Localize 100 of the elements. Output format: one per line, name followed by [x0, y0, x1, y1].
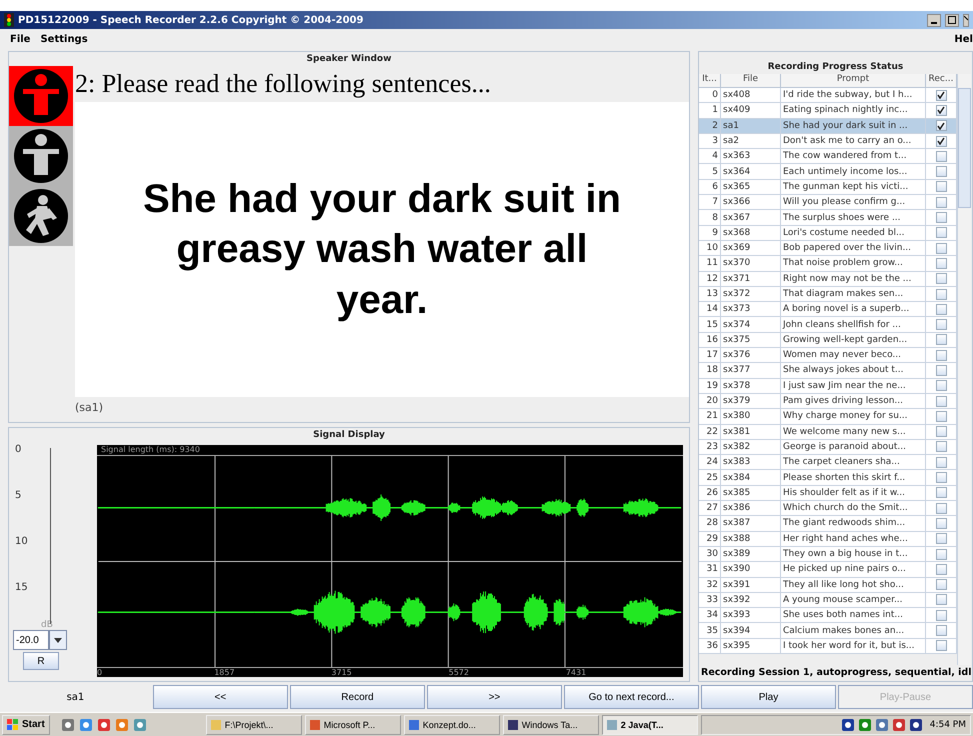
table-row[interactable]: 10 sx369 Bob papered over the livin...	[699, 240, 957, 256]
table-row[interactable]: 19 sx378 I just saw Jim near the ne...	[699, 378, 957, 394]
taskbar-button[interactable]: Microsoft P...	[304, 714, 401, 734]
table-row[interactable]: 26 sx385 His shoulder felt as if it w...	[699, 486, 957, 502]
quick-launch-icon[interactable]	[78, 718, 93, 732]
recorded-checkbox[interactable]	[936, 90, 946, 101]
recorded-checkbox[interactable]	[936, 533, 946, 544]
recorded-checkbox[interactable]	[936, 273, 946, 284]
recorded-checkbox[interactable]	[936, 166, 946, 178]
table-row[interactable]: 7 sx366 Will you please confirm g...	[699, 195, 957, 210]
recorded-checkbox[interactable]	[936, 120, 946, 132]
column-header[interactable]: Rec...	[926, 74, 957, 88]
table-row[interactable]: 1 sx409 Eating spinach nightly inc...	[699, 103, 957, 119]
quick-launch-icon[interactable]	[96, 718, 111, 732]
recorded-checkbox[interactable]	[936, 396, 946, 407]
tray-icon[interactable]	[892, 718, 906, 732]
recorded-checkbox[interactable]	[936, 564, 946, 575]
dropdown-button[interactable]	[49, 630, 67, 650]
recorded-checkbox[interactable]	[936, 441, 946, 452]
table-row[interactable]: 15 sx374 John cleans shellfish for ...	[699, 317, 957, 333]
recorded-checkbox[interactable]	[936, 548, 946, 560]
table-row[interactable]: 24 sx383 The carpet cleaners sha...	[699, 455, 957, 470]
table-row[interactable]: 2 sa1 She had your dark suit in ...	[699, 118, 957, 134]
recorded-checkbox[interactable]	[936, 640, 946, 652]
column-header[interactable]: It...	[699, 74, 721, 88]
reset-button[interactable]: R	[23, 652, 59, 670]
table-row[interactable]: 8 sx367 The surplus shoes were ...	[699, 210, 957, 226]
table-row[interactable]: 18 sx377 She always jokes about t...	[699, 363, 957, 379]
recorded-checkbox[interactable]	[936, 610, 946, 621]
column-header[interactable]: File	[721, 74, 781, 88]
tray-icon[interactable]	[908, 718, 923, 732]
recorded-checkbox[interactable]	[936, 579, 946, 590]
table-row[interactable]: 0 sx408 I'd ride the subway, but I h...	[699, 88, 957, 104]
recorded-checkbox[interactable]	[936, 150, 946, 162]
table-row[interactable]: 32 sx391 They all like long hot sho...	[699, 578, 957, 593]
recorded-checkbox[interactable]	[936, 181, 946, 192]
table-row[interactable]: 35 sx394 Calcium makes bones an...	[699, 623, 957, 639]
control-button[interactable]: Go to next record...	[564, 685, 699, 709]
recorded-checkbox[interactable]	[936, 518, 946, 529]
table-row[interactable]: 5 sx364 Each untimely income los...	[699, 164, 957, 180]
table-row[interactable]: 16 sx375 Growing well-kept garden...	[699, 332, 957, 348]
table-row[interactable]: 36 sx395 I took her word for it, but is...	[699, 638, 957, 654]
recorded-checkbox[interactable]	[936, 350, 946, 361]
control-button[interactable]: Record	[290, 685, 425, 709]
control-button[interactable]: >>	[426, 685, 562, 709]
taskbar-button[interactable]: Konzept.do...	[404, 714, 500, 734]
start-button[interactable]: Start	[2, 714, 50, 734]
recorded-checkbox[interactable]	[936, 104, 946, 116]
table-row[interactable]: 12 sx371 Right now may not be the ...	[699, 272, 957, 287]
menu-item[interactable]: Settings	[40, 34, 88, 44]
table-row[interactable]: 34 sx393 She uses both names int...	[699, 608, 957, 624]
table-row[interactable]: 9 sx368 Lori's costume needed bl...	[699, 226, 957, 241]
table-row[interactable]: 11 sx370 That noise problem grow...	[699, 256, 957, 272]
recorded-checkbox[interactable]	[936, 136, 946, 147]
table-row[interactable]: 4 sx363 The cow wandered from t...	[699, 149, 957, 164]
menu-item[interactable]: File	[10, 34, 30, 44]
recorded-checkbox[interactable]	[936, 380, 946, 392]
scrollbar[interactable]	[957, 74, 971, 665]
table-row[interactable]: 21 sx380 Why charge money for su...	[699, 409, 957, 425]
recorded-checkbox[interactable]	[936, 426, 946, 438]
recorded-checkbox[interactable]	[936, 258, 946, 269]
table-row[interactable]: 13 sx372 That diagram makes sen...	[699, 286, 957, 302]
table-row[interactable]: 22 sx381 We welcome many new s...	[699, 424, 957, 440]
menu-item[interactable]: Hel	[954, 34, 973, 44]
recorded-checkbox[interactable]	[936, 242, 946, 254]
column-header[interactable]: Prompt	[781, 74, 926, 88]
quick-launch-icon[interactable]	[114, 718, 129, 732]
table-row[interactable]: 27 sx386 Which church do the Smit...	[699, 501, 957, 516]
table-row[interactable]: 17 sx376 Women may never beco...	[699, 348, 957, 364]
table-row[interactable]: 20 sx379 Pam gives driving lesson...	[699, 394, 957, 410]
maximize-button[interactable]	[945, 14, 959, 26]
recorded-checkbox[interactable]	[936, 196, 946, 208]
recorded-checkbox[interactable]	[936, 227, 946, 238]
table-row[interactable]: 31 sx390 He picked up nine pairs o...	[699, 562, 957, 578]
table-row[interactable]: 33 sx392 A young mouse scamper...	[699, 592, 957, 608]
quick-launch-icon[interactable]	[132, 718, 147, 732]
recorded-checkbox[interactable]	[936, 334, 946, 346]
recorded-checkbox[interactable]	[936, 364, 946, 376]
recorded-checkbox[interactable]	[936, 212, 946, 224]
control-button[interactable]: <<	[152, 685, 288, 709]
table-row[interactable]: 29 sx388 Her right hand aches whe...	[699, 532, 957, 547]
table-row[interactable]: 28 sx387 The giant redwoods shim...	[699, 516, 957, 532]
recorded-checkbox[interactable]	[936, 304, 946, 315]
quick-launch-icon[interactable]	[60, 718, 75, 732]
recorded-checkbox[interactable]	[936, 319, 946, 330]
close-button[interactable]	[963, 14, 969, 26]
table-row[interactable]: 14 sx373 A boring novel is a superb...	[699, 302, 957, 318]
recorded-checkbox[interactable]	[936, 288, 946, 300]
table-row[interactable]: 30 sx389 They own a big house in t...	[699, 546, 957, 562]
taskbar-button[interactable]: Windows Ta...	[502, 714, 599, 734]
table-row[interactable]: 6 sx365 The gunman kept his victi...	[699, 180, 957, 196]
recorded-checkbox[interactable]	[936, 472, 946, 484]
recorded-checkbox[interactable]	[936, 594, 946, 606]
gain-field[interactable]: -20.0	[13, 630, 49, 650]
tray-icon[interactable]	[840, 718, 855, 732]
taskbar-button[interactable]: F:\Projekt\...	[206, 714, 302, 734]
table-row[interactable]: 3 sa2 Don't ask me to carry an o...	[699, 134, 957, 150]
minimize-button[interactable]	[927, 14, 941, 26]
control-button[interactable]: Play	[700, 685, 836, 709]
recorded-checkbox[interactable]	[936, 625, 946, 636]
